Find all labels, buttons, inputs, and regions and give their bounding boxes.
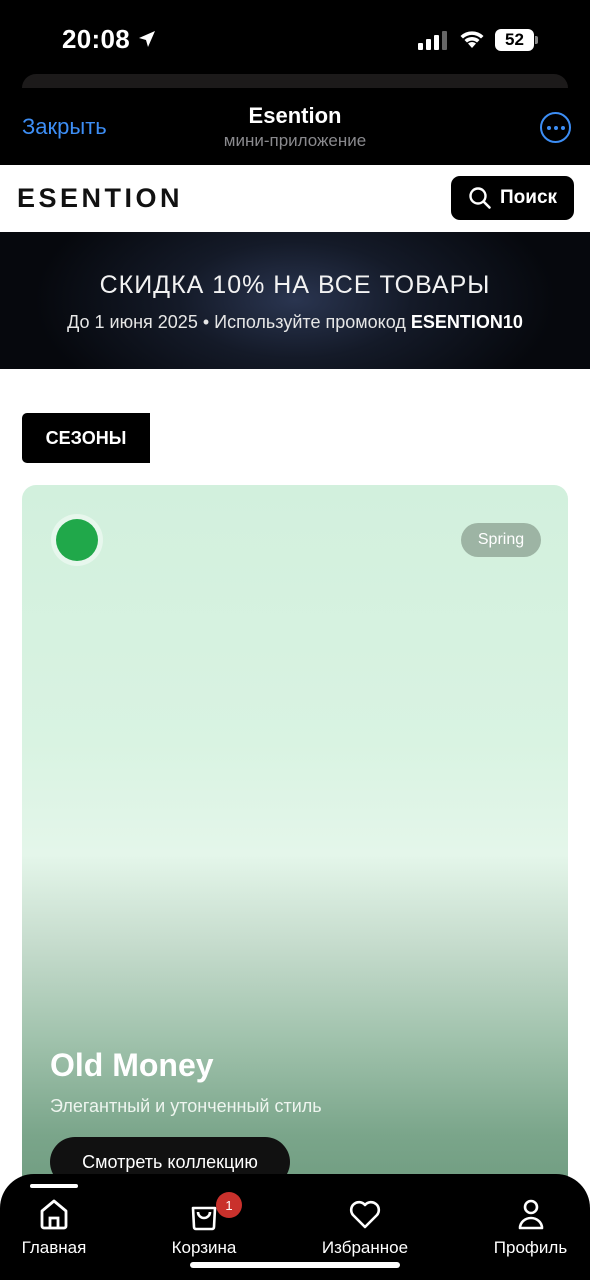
battery-icon: 52 [495, 29, 539, 51]
season-color-dot [56, 519, 98, 561]
search-button[interactable]: Поиск [451, 176, 574, 220]
brand-logo[interactable]: ESENTION [17, 183, 183, 214]
battery-level: 52 [495, 29, 534, 51]
season-card[interactable]: Spring Old Money Элегантный и утонченный… [22, 485, 568, 1225]
battery-tip [535, 36, 538, 44]
promo-title: СКИДКА 10% НА ВСЕ ТОВАРЫ [99, 271, 491, 299]
nav-label-cart: Корзина [171, 1238, 237, 1257]
nav-item-favorites[interactable]: Избранное [322, 1196, 408, 1260]
heart-icon [349, 1200, 381, 1229]
nav-label-profile: Профиль [493, 1238, 568, 1257]
promo-banner[interactable]: СКИДКА 10% НА ВСЕ ТОВАРЫ До 1 июня 2025 … [0, 232, 590, 369]
promo-subtitle-text: До 1 июня 2025 • Используйте промокод [67, 312, 411, 332]
status-bar: 20:08 52 [0, 0, 590, 80]
app-title: Esention [248, 103, 342, 128]
promo-code: ESENTION10 [410, 312, 523, 332]
more-dot [553, 125, 558, 130]
nav-item-profile[interactable]: Профиль [493, 1196, 568, 1260]
main-content: СЕЗОНЫ Spring Old Money Элегантный и уто… [0, 369, 590, 1280]
section-heading-seasons: СЕЗОНЫ [22, 413, 150, 463]
app-subtitle: мини-приложение [223, 131, 367, 150]
mini-app-header: Закрыть Esention мини-приложение [0, 88, 590, 165]
nav-item-cart[interactable]: Корзина 1 [171, 1192, 242, 1260]
cart-count-badge: 1 [216, 1192, 242, 1218]
more-dot [560, 125, 565, 130]
cellular-signal-icon [418, 31, 447, 50]
ellipsis-circle-icon[interactable] [540, 112, 571, 143]
user-icon [518, 1199, 543, 1230]
more-dot [546, 125, 551, 130]
location-arrow-icon [139, 31, 155, 47]
status-time: 20:08 [62, 24, 130, 54]
home-icon [40, 1199, 68, 1230]
home-indicator[interactable] [190, 1262, 400, 1268]
search-button-label: Поиск [500, 187, 558, 208]
collection-title: Old Money [50, 1047, 214, 1083]
site-header: ESENTION Поиск [0, 165, 590, 232]
nav-label-home: Главная [21, 1238, 87, 1257]
collection-subtitle: Элегантный и утонченный стиль [50, 1096, 322, 1116]
nav-label-favorites: Избранное [321, 1238, 409, 1257]
season-badge: Spring [461, 523, 541, 557]
promo-subtitle: До 1 июня 2025 • Используйте промокод ES… [0, 312, 590, 333]
active-tab-indicator [30, 1184, 78, 1188]
search-icon [469, 187, 491, 209]
wifi-icon [460, 31, 484, 48]
nav-item-home[interactable]: Главная [18, 1196, 90, 1260]
